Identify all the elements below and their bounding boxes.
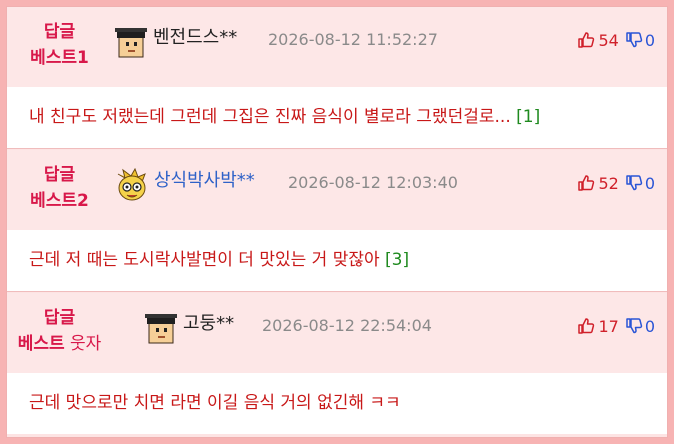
like-count: 17 <box>598 316 619 336</box>
dislike-count: 0 <box>644 316 655 336</box>
reply-text: 근데 저 때는 도시락사발면이 더 맛있는 거 맞잖아 <box>29 250 380 270</box>
badge-rank: 베스트1 <box>30 48 89 68</box>
reply-content: 근데 저 때는 도시락사발면이 더 맛있는 거 맞잖아 [3] <box>7 230 667 291</box>
reply-item: 답글 베스트 웃자 고둥** 2026-08-12 22:54:04 17 0 … <box>7 293 667 434</box>
cartoon-character-avatar-icon[interactable] <box>114 167 148 202</box>
vote-area: 54 0 <box>577 29 655 51</box>
reply-text: 근데 맛으로만 치면 라면 이길 음식 거의 없긴해 ㅋㅋ <box>29 393 401 413</box>
thumbs-up-icon[interactable] <box>577 317 595 335</box>
thumbs-up-icon[interactable] <box>577 31 595 49</box>
thumbs-down-icon[interactable] <box>625 31 643 49</box>
thumbs-up-icon[interactable] <box>577 174 595 192</box>
badge-label: 답글 <box>43 308 76 328</box>
sub-reply-count[interactable]: [3] <box>385 250 409 270</box>
badge-label: 답글 <box>43 165 76 185</box>
reply-content: 내 친구도 저랬는데 그런데 그집은 진짜 음식이 별로라 그랬던걸로... [… <box>7 87 667 148</box>
sub-reply-count[interactable]: [1] <box>516 107 540 127</box>
badge-rank: 베스트2 <box>30 191 89 211</box>
reply-header: 답글 베스트1 벤전드스** 2026-08-12 11:52:27 54 0 <box>7 7 667 87</box>
best-reply-badge: 답글 베스트 웃자 <box>17 305 102 357</box>
reply-timestamp: 2026-08-12 12:03:40 <box>288 173 458 192</box>
reply-timestamp: 2026-08-12 22:54:04 <box>262 316 432 335</box>
graduate-avatar-icon[interactable] <box>114 25 148 59</box>
reply-nickname[interactable]: 상식박사박** <box>154 168 255 194</box>
reply-header: 답글 베스트2 상식박사박** 2026-08-12 12:03:40 52 0 <box>7 150 667 230</box>
reply-item: 답글 베스트2 상식박사박** 2026-08-12 12:03:40 52 0… <box>7 150 667 292</box>
vote-area: 52 0 <box>577 172 655 194</box>
thumbs-down-icon[interactable] <box>625 317 643 335</box>
best-replies-panel: 답글 베스트1 벤전드스** 2026-08-12 11:52:27 54 0 … <box>6 6 668 438</box>
best-reply-badge: 답글 베스트1 <box>17 19 102 71</box>
reply-text: 내 친구도 저랬는데 그런데 그집은 진짜 음식이 별로라 그랬던걸로... <box>29 107 511 127</box>
reply-item: 답글 베스트1 벤전드스** 2026-08-12 11:52:27 54 0 … <box>7 7 667 149</box>
reply-timestamp: 2026-08-12 11:52:27 <box>268 30 438 49</box>
vote-area: 17 0 <box>577 315 655 337</box>
badge-category: 웃자 <box>64 334 102 354</box>
badge-rank: 베스트 웃자 <box>17 334 102 354</box>
dislike-count: 0 <box>644 173 655 193</box>
reply-nickname[interactable]: 고둥** <box>183 311 234 337</box>
best-reply-badge: 답글 베스트2 <box>17 162 102 214</box>
badge-label: 답글 <box>43 22 76 42</box>
reply-header: 답글 베스트 웃자 고둥** 2026-08-12 22:54:04 17 0 <box>7 293 667 373</box>
reply-content: 근데 맛으로만 치면 라면 이길 음식 거의 없긴해 ㅋㅋ <box>7 373 667 434</box>
graduate-avatar-icon[interactable] <box>144 311 178 345</box>
reply-nickname[interactable]: 벤전드스** <box>153 25 237 51</box>
dislike-count: 0 <box>644 30 655 50</box>
like-count: 54 <box>598 30 619 50</box>
like-count: 52 <box>598 173 619 193</box>
thumbs-down-icon[interactable] <box>625 174 643 192</box>
